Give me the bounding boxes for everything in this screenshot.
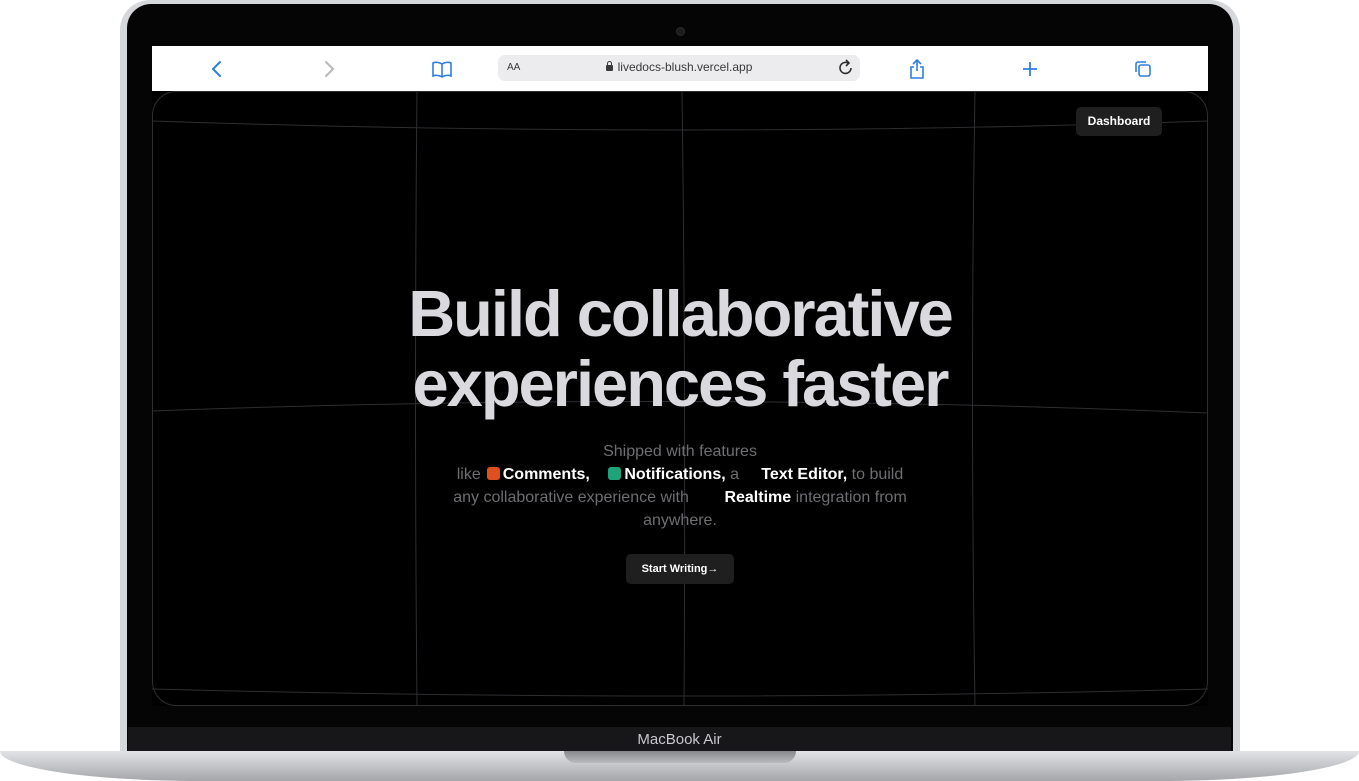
- comments-icon: [486, 467, 500, 480]
- dashboard-button[interactable]: Dashboard: [1076, 107, 1162, 136]
- desc-line3: any collaborative experience with Realti…: [415, 486, 945, 509]
- notifications-icon: [608, 467, 622, 480]
- start-writing-label: Start Writing: [641, 563, 708, 575]
- hero-title: Build collaborative experiences faster: [330, 279, 1030, 419]
- hero-title-line2: experiences faster: [412, 347, 950, 420]
- desc-integration: integration from: [795, 489, 907, 506]
- hero-title-line1: Build collaborative: [408, 277, 954, 350]
- desc-like: like: [456, 466, 481, 483]
- browser-screen: AA livedocs-blush.vercel.app Dashboard B…: [152, 46, 1208, 706]
- desc-line4: anywhere.: [643, 512, 717, 529]
- bookmarks-icon[interactable]: [429, 56, 455, 82]
- camera-icon: [676, 27, 685, 36]
- arrow-right-icon: →: [707, 563, 719, 575]
- desc-line2: like Comments, Notifications, a Text Edit…: [415, 463, 945, 486]
- reload-icon[interactable]: [838, 59, 854, 82]
- desc-any: any collaborative experience with: [453, 489, 689, 506]
- address-bar[interactable]: AA livedocs-blush.vercel.app: [498, 55, 860, 81]
- back-icon[interactable]: [204, 56, 230, 82]
- feature-realtime: Realtime: [724, 489, 792, 506]
- desc-to-build: to build: [851, 466, 904, 483]
- tabs-icon[interactable]: [1130, 56, 1156, 82]
- desc-a: a: [730, 466, 740, 483]
- lock-icon: [605, 61, 613, 71]
- forward-icon[interactable]: [316, 56, 342, 82]
- share-icon[interactable]: [904, 56, 930, 82]
- feature-notifications: Notifications,: [624, 466, 726, 483]
- new-tab-icon[interactable]: [1017, 56, 1043, 82]
- laptop-notch: [564, 751, 796, 763]
- landing-page: Dashboard Build collaborative experience…: [152, 91, 1208, 706]
- device-model-label: MacBook Air: [128, 727, 1231, 753]
- feature-comments: Comments,: [502, 466, 590, 483]
- feature-text-editor: Text Editor,: [761, 466, 848, 483]
- hero-description: Shipped with features like Comments, Noti…: [415, 440, 945, 532]
- desc-line1: Shipped with features: [603, 443, 757, 460]
- url-text: livedocs-blush.vercel.app: [498, 60, 860, 74]
- url-label: livedocs-blush.vercel.app: [617, 60, 753, 74]
- browser-toolbar: AA livedocs-blush.vercel.app: [152, 46, 1208, 91]
- start-writing-button[interactable]: Start Writing→: [626, 554, 734, 584]
